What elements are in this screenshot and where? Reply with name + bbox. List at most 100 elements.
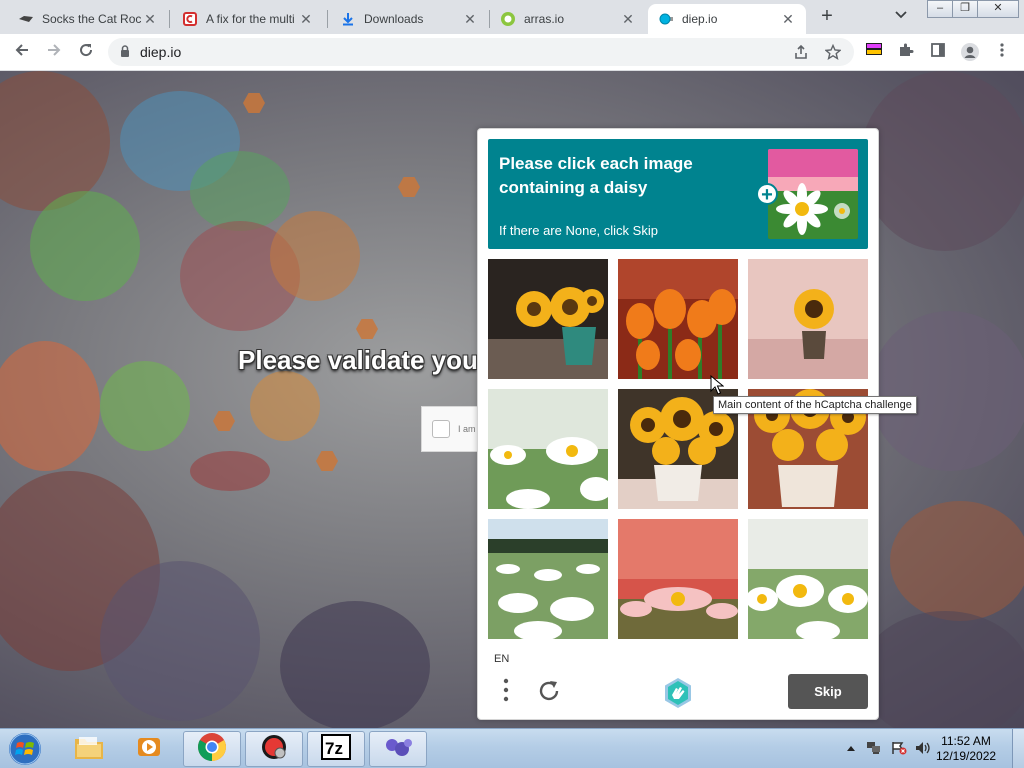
browser-toolbar: diep.io [0,34,1024,71]
extensions-puzzle-icon[interactable] [896,42,916,62]
checkbox-label: I am [458,424,476,434]
extension-flag-icon[interactable] [864,42,884,62]
tooltip: Main content of the hCaptcha challenge [713,396,917,414]
hexagon-shape [398,177,420,197]
hcaptcha-checkbox[interactable] [432,420,450,438]
close-tab-icon[interactable]: ✕ [620,11,636,28]
page-viewport: Please validate you I am Please click ea… [0,71,1024,728]
taskbar-explorer[interactable] [60,731,118,767]
tab-socks-the-cat[interactable]: Socks the Cat Roc ✕ [8,4,168,34]
background-creature [250,371,320,441]
show-desktop-button[interactable] [1012,729,1024,768]
bubbles-app-icon [382,734,414,765]
background-creature [100,561,260,721]
start-button[interactable] [6,731,46,767]
example-daisy-image [768,149,858,239]
reload-icon[interactable] [76,42,96,62]
windows-taskbar: 7z 11:52 AM 12/19/2022 [0,728,1024,768]
tab-separator [327,10,328,28]
svg-text:7z: 7z [325,739,343,758]
challenge-image-7[interactable] [488,519,608,639]
restore-button[interactable]: ❐ [952,0,978,18]
challenge-header: Please click each image containing a dai… [488,139,868,249]
tab-downloads[interactable]: Downloads ✕ [330,4,488,34]
minimize-button[interactable]: – [927,0,953,18]
arras-icon [500,11,516,27]
mouse-cursor-icon [710,375,724,395]
challenge-image-9[interactable] [748,519,868,639]
new-tab-button[interactable]: + [817,6,837,27]
validate-heading: Please validate you [238,345,478,375]
hexagon-shape [243,93,265,113]
media-player-icon [135,733,163,766]
tab-title: arras.io [524,12,565,26]
challenge-image-8[interactable] [618,519,738,639]
close-tab-icon[interactable]: ✕ [298,11,314,28]
background-creature [190,451,270,491]
taskbar-7zip[interactable]: 7z [307,731,365,767]
refresh-challenge-icon[interactable] [536,679,562,705]
menu-dots-icon[interactable] [498,677,514,707]
tab-a-fix[interactable]: A fix for the multi ✕ [172,4,324,34]
taskbar-app-bubbles[interactable] [369,731,427,767]
diep-icon [658,11,674,27]
side-panel-icon[interactable] [928,42,948,62]
hexagon-shape [316,451,338,471]
taskbar-app-red[interactable] [245,731,303,767]
close-window-button[interactable]: ✕ [977,0,1019,18]
download-icon [340,11,356,27]
background-creature [190,151,290,231]
tab-search-chevron-icon[interactable] [895,8,907,22]
action-center-flag-icon[interactable] [891,741,907,758]
share-icon[interactable] [792,44,810,62]
taskbar-media-player[interactable] [120,731,178,767]
taskbar-chrome[interactable] [183,731,241,767]
chrome-icon [197,732,227,767]
cat-icon [18,11,34,27]
challenge-image-grid [488,259,870,641]
challenge-image-3[interactable] [748,259,868,379]
profile-avatar-icon[interactable] [960,42,980,62]
background-creature [270,211,360,301]
close-tab-icon[interactable]: ✕ [142,11,158,28]
volume-icon[interactable] [914,741,932,758]
skip-button[interactable]: Skip [788,674,868,709]
7zip-icon: 7z [321,733,351,765]
tab-diep[interactable]: diep.io ✕ [648,4,806,34]
hcaptcha-logo-icon [662,677,694,709]
folder-icon [73,733,105,766]
address-bar[interactable]: diep.io [108,38,854,66]
background-creature [100,361,190,451]
more-menu-icon[interactable] [992,42,1012,62]
lock-icon[interactable] [120,44,130,60]
challenge-image-2[interactable] [618,259,738,379]
language-selector[interactable]: EN [494,653,509,665]
hexagon-shape [213,411,235,431]
zoom-plus-icon[interactable]: + [756,183,778,206]
c-logo-icon [182,11,198,27]
background-creature [870,311,1024,471]
hcaptcha-challenge: Please click each image containing a dai… [477,128,879,720]
back-arrow-icon[interactable] [12,42,32,62]
clock-time: 11:52 AM [941,734,991,748]
network-icon[interactable] [866,741,882,758]
background-creature [30,191,140,301]
close-tab-icon[interactable]: ✕ [780,11,796,28]
tab-title: Socks the Cat Roc [42,12,142,26]
tab-title: Downloads [364,12,424,26]
tray-expand-icon[interactable] [846,741,856,755]
challenge-image-4[interactable] [488,389,608,509]
red-ball-app-icon [259,732,289,767]
challenge-image-1[interactable] [488,259,608,379]
background-creature [860,71,1024,251]
tab-strip: Socks the Cat Roc ✕ A fix for the multi … [0,0,1024,34]
tab-arras[interactable]: arras.io ✕ [490,4,646,34]
background-creature [890,501,1024,621]
bookmark-star-icon[interactable] [824,43,842,62]
system-clock[interactable]: 11:52 AM 12/19/2022 [936,734,996,764]
tab-title: diep.io [682,12,718,26]
clock-date: 12/19/2022 [936,749,997,763]
forward-arrow-icon[interactable] [44,42,64,62]
background-creature [0,71,110,211]
close-tab-icon[interactable]: ✕ [462,11,478,28]
